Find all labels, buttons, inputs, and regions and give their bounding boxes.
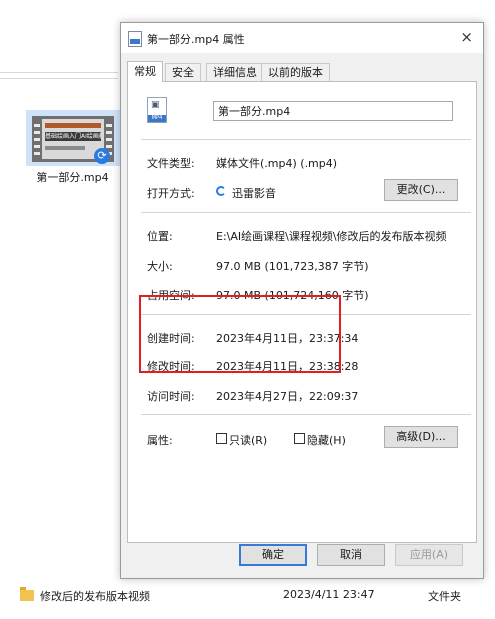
separator [141,414,471,415]
folder-type: 文件夹 [428,590,461,603]
hidden-label[interactable]: 隐藏(H) [307,432,346,448]
thumbnail-banner: 基础绘画入门AI绘画教程 [45,133,101,140]
properties-dialog: 第一部分.mp4 属性 × 常规 安全 详细信息 以前的版本 ▣ MP4 第一部… [120,22,484,579]
open-with-value: 迅雷影音 [232,187,276,200]
file-type-label: 文件类型: [147,157,195,170]
readonly-label[interactable]: 只读(R) [229,432,267,448]
apply-button[interactable]: 应用(A) [395,544,463,566]
location-label: 位置: [147,230,173,243]
size-value: 97.0 MB (101,723,387 字节) [216,260,369,273]
thunder-app-badge-icon: ⟳ [94,148,110,164]
timestamp-highlight-box [139,295,341,373]
location-value[interactable]: E:\AI绘画课程\课程视频\修改后的发布版本视频 [216,228,447,244]
tab-security[interactable]: 安全 [165,63,201,81]
film-strip-left [34,120,40,158]
separator [141,139,471,140]
filename-input[interactable]: 第一部分.mp4 [213,101,453,121]
tab-details[interactable]: 详细信息 [206,63,264,81]
advanced-button[interactable]: 高级(D)... [384,426,458,448]
explorer-divider [0,72,118,73]
thunder-player-icon [216,186,226,196]
folder-name[interactable]: 修改后的发布版本视频 [40,588,150,604]
tab-general[interactable]: 常规 [127,61,163,82]
folder-date: 2023/4/11 23:47 [283,588,375,601]
folder-icon [20,587,34,601]
ok-button[interactable]: 确定 [239,544,307,566]
video-file-icon: ▣ MP4 [147,97,167,123]
dialog-title: 第一部分.mp4 属性 [147,33,245,46]
size-label: 大小: [147,260,173,273]
tab-previous-versions[interactable]: 以前的版本 [261,63,330,81]
file-type-value: 媒体文件(.mp4) (.mp4) [216,157,338,170]
close-icon[interactable]: × [460,28,473,46]
explorer-divider [0,78,118,79]
open-with-label: 打开方式: [147,187,195,200]
attributes-label: 属性: [147,434,173,447]
change-button[interactable]: 更改(C)... [384,179,458,201]
title-bar[interactable]: 第一部分.mp4 属性 × [121,23,483,53]
hidden-checkbox[interactable] [294,433,305,444]
readonly-checkbox[interactable] [216,433,227,444]
thumbnail-label[interactable]: 第一部分.mp4 [20,169,125,185]
cancel-button[interactable]: 取消 [317,544,385,566]
accessed-value: 2023年4月27日，22:09:37 [216,390,359,403]
separator [141,212,471,213]
accessed-label: 访问时间: [147,390,195,403]
file-icon [128,31,142,47]
